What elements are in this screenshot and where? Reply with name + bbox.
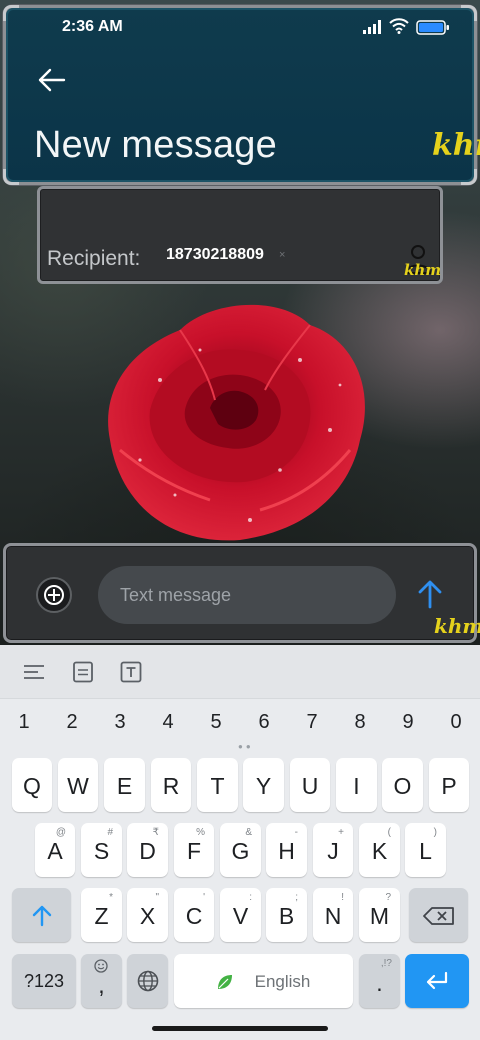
key-j[interactable]: + J xyxy=(313,823,353,877)
keyboard-toolbar xyxy=(0,645,480,699)
compose-panel: khm xyxy=(3,543,480,643)
key-u[interactable]: U xyxy=(290,758,330,812)
watermark-logo: khm xyxy=(432,128,480,163)
key-x[interactable]: " X xyxy=(127,888,168,942)
number-row: 1 2 3 4 5 6 7 8 9 0 xyxy=(0,699,480,745)
recipient-label: Recipient: xyxy=(47,247,141,270)
key-g[interactable]: & G xyxy=(220,823,261,877)
key-h[interactable]: -H xyxy=(266,823,307,877)
key-t[interactable]: T xyxy=(197,758,238,812)
key-i[interactable]: I xyxy=(336,758,377,812)
space-bar[interactable]: English xyxy=(174,954,353,1008)
text-align-icon[interactable] xyxy=(23,661,45,683)
shift-arrow-icon xyxy=(32,905,52,927)
clipboard-icon[interactable] xyxy=(72,661,94,683)
key-1[interactable]: 1 xyxy=(9,711,39,734)
key-f[interactable]: % F xyxy=(174,823,214,877)
language-key[interactable] xyxy=(127,954,168,1008)
key-0[interactable]: 0 xyxy=(441,711,471,734)
key-n[interactable]: ! N xyxy=(313,888,353,942)
attach-plus-icon[interactable] xyxy=(36,577,72,613)
symbols-key[interactable]: ?123 xyxy=(12,954,76,1008)
key-8[interactable]: 8 xyxy=(345,711,375,734)
key-3[interactable]: 3 xyxy=(105,711,135,734)
key-w[interactable]: W xyxy=(58,758,98,812)
send-arrow-icon[interactable] xyxy=(416,578,444,610)
key-a[interactable]: @ A xyxy=(35,823,75,877)
battery-icon xyxy=(416,20,449,35)
key-l[interactable]: ) L xyxy=(405,823,446,877)
signal-icon xyxy=(363,20,381,34)
frame-corner xyxy=(461,169,477,185)
key-6[interactable]: 6 xyxy=(249,711,279,734)
key-m[interactable]: ? M xyxy=(359,888,400,942)
period-key[interactable]: ,!? . xyxy=(359,954,400,1008)
emoji-icon xyxy=(94,959,108,973)
backspace-key[interactable] xyxy=(409,888,468,942)
key-2[interactable]: 2 xyxy=(57,711,87,734)
status-bar: 2:36 AM xyxy=(0,0,480,56)
key-v[interactable]: :V xyxy=(220,888,261,942)
key-k[interactable]: (K xyxy=(359,823,400,877)
key-e[interactable]: E xyxy=(104,758,145,812)
watermark-logo: khm xyxy=(404,261,442,279)
rose-image xyxy=(108,304,365,541)
back-arrow-icon[interactable] xyxy=(34,64,70,96)
globe-icon xyxy=(137,970,159,992)
page-title: New message xyxy=(34,124,277,166)
shift-key[interactable] xyxy=(12,888,71,942)
frame-corner xyxy=(3,169,19,185)
text-format-icon[interactable] xyxy=(120,661,142,683)
enter-key[interactable] xyxy=(405,954,469,1008)
wifi-icon xyxy=(389,18,409,34)
key-z[interactable]: * Z xyxy=(81,888,122,942)
status-time: 2:36 AM xyxy=(62,18,123,35)
recipient-panel: Recipient: 18730218809 × khm xyxy=(37,186,443,284)
page-dots: ●● xyxy=(238,742,254,751)
key-s[interactable]: # S xyxy=(81,823,122,877)
key-4[interactable]: 4 xyxy=(153,711,183,734)
key-b[interactable]: ; B xyxy=(266,888,307,942)
key-r[interactable]: R xyxy=(151,758,191,812)
key-q[interactable]: Q xyxy=(12,758,52,812)
key-7[interactable]: 7 xyxy=(297,711,327,734)
chip-remove-icon[interactable]: × xyxy=(279,249,285,261)
key-y[interactable]: Y xyxy=(243,758,284,812)
home-indicator[interactable] xyxy=(152,1026,328,1031)
key-c[interactable]: ' C xyxy=(174,888,214,942)
key-5[interactable]: 5 xyxy=(201,711,231,734)
key-9[interactable]: 9 xyxy=(393,711,423,734)
watermark-logo: khm xyxy=(434,614,480,638)
key-o[interactable]: O xyxy=(382,758,423,812)
key-d[interactable]: ₹ D xyxy=(127,823,168,877)
key-p[interactable]: P xyxy=(429,758,469,812)
enter-icon xyxy=(426,971,448,990)
backspace-icon xyxy=(423,907,454,925)
keyboard: 1 2 3 4 5 6 7 8 9 0 ●● Q W E R T Y U I O… xyxy=(0,645,480,1040)
comma-emoji-key[interactable]: , xyxy=(81,954,122,1008)
message-input[interactable] xyxy=(98,566,396,624)
recipient-chip[interactable]: 18730218809 xyxy=(166,246,264,264)
